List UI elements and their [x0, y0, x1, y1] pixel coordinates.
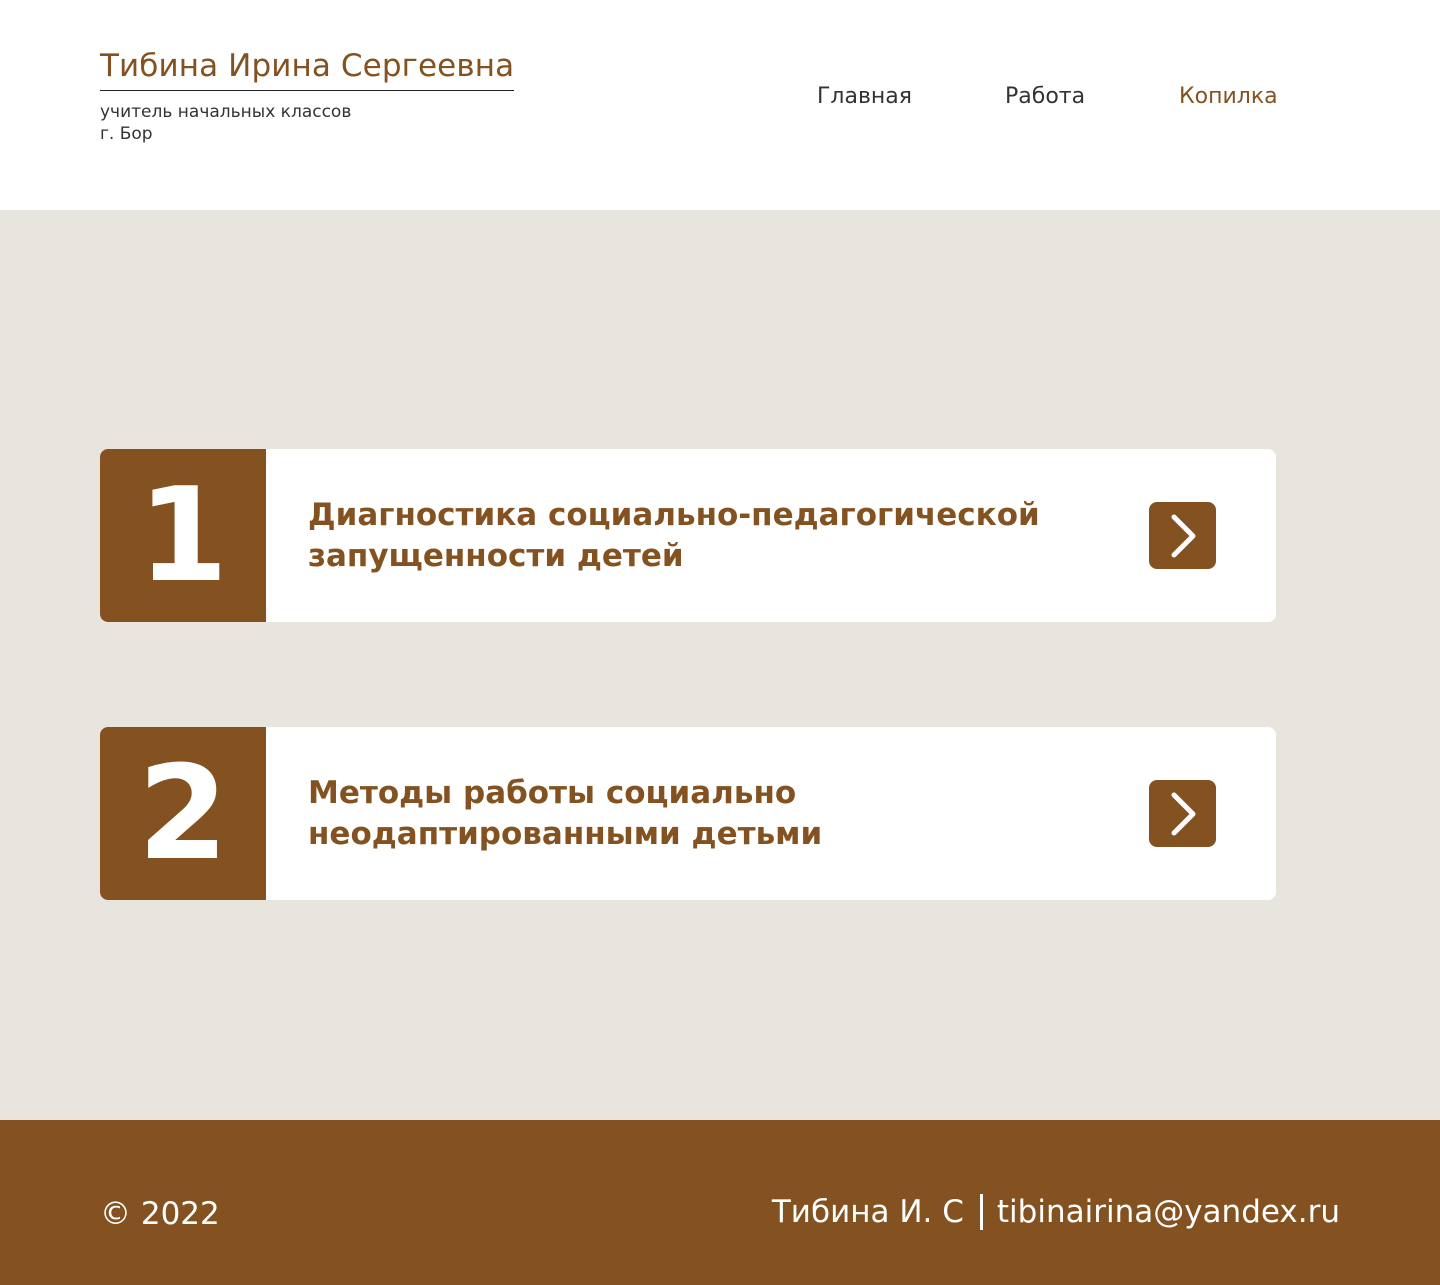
- divider: [979, 1194, 983, 1230]
- item-number: 2: [100, 727, 266, 900]
- author-position: учитель начальных классов: [100, 102, 352, 122]
- item-title: Методы работы социально неодаптированным…: [308, 774, 823, 852]
- footer-author: Тибина И. С: [771, 1194, 964, 1230]
- nav-link-piggybank[interactable]: Копилка: [1179, 84, 1278, 109]
- item-title: Диагностика социально-педагогической зап…: [308, 496, 1040, 574]
- footer-contacts: Тибина И. С tibinairina@yandex.ru: [772, 1194, 1340, 1230]
- item-number: 1: [100, 449, 266, 622]
- open-item-button[interactable]: [1149, 780, 1216, 847]
- chevron-right-icon: [1168, 513, 1198, 559]
- nav-link-work[interactable]: Работа: [1005, 84, 1085, 109]
- chevron-right-icon: [1168, 791, 1198, 837]
- email-link[interactable]: tibinairina@yandex.ru: [997, 1194, 1340, 1230]
- site-header: Тибина Ирина Сергеевна учитель начальных…: [0, 0, 1440, 210]
- list-item[interactable]: 2 Методы работы социально неодаптированн…: [100, 727, 1276, 900]
- author-city: г. Бор: [100, 124, 153, 144]
- site-footer: © 2022 Тибина И. С tibinairina@yandex.ru: [0, 1120, 1440, 1285]
- list-item[interactable]: 1 Диагностика социально-педагогической з…: [100, 449, 1276, 622]
- brand-block: Тибина Ирина Сергеевна учитель начальных…: [100, 48, 515, 145]
- open-item-button[interactable]: [1149, 502, 1216, 569]
- nav-link-home[interactable]: Главная: [817, 84, 912, 109]
- site-title: Тибина Ирина Сергеевна: [100, 48, 515, 91]
- main-content: 1 Диагностика социально-педагогической з…: [0, 210, 1440, 1120]
- copyright: © 2022: [100, 1196, 220, 1232]
